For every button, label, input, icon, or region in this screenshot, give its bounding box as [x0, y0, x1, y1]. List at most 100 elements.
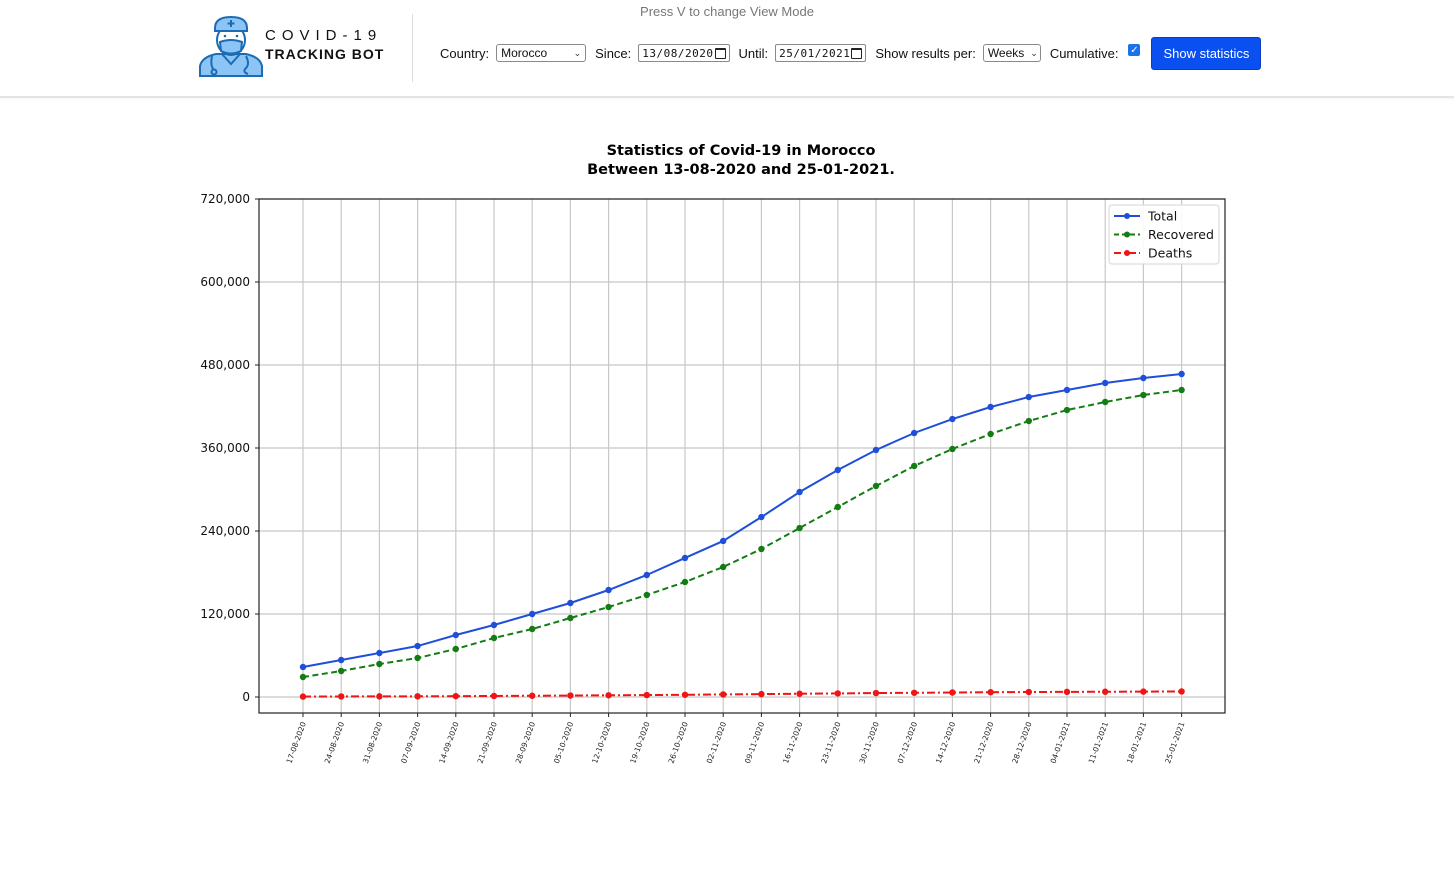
data-point [299, 673, 307, 681]
x-tick-label: 21-12-2020 [972, 720, 995, 764]
legend-marker [1124, 213, 1130, 219]
series [299, 370, 1185, 700]
x-tick-label: 02-11-2020 [705, 720, 728, 764]
data-point [720, 537, 727, 545]
x-tick-label: 14-12-2020 [934, 720, 957, 764]
series-recovered [299, 386, 1185, 681]
data-point [529, 610, 536, 618]
x-tick-label: 07-09-2020 [399, 720, 422, 764]
data-point [605, 586, 612, 594]
data-point [987, 430, 994, 438]
data-point [834, 690, 841, 697]
y-tick-label: 120,000 [200, 607, 250, 621]
data-point [338, 656, 345, 664]
data-point [720, 691, 727, 698]
data-point [299, 693, 307, 700]
y-tick-label: 600,000 [200, 275, 250, 289]
data-point [567, 599, 574, 607]
data-point [872, 446, 880, 454]
series-line [302, 388, 1182, 678]
axes: 0 120,000 240,000 360,000 480,000 600,000 720,… [200, 192, 1186, 765]
data-point [643, 571, 650, 579]
data-point [1102, 688, 1109, 695]
data-point [987, 403, 994, 411]
data-point [338, 693, 345, 700]
y-tick-label: 720,000 [200, 192, 250, 206]
data-point [376, 660, 383, 668]
data-point [1140, 688, 1147, 695]
x-tick-label: 18-01-2021 [1125, 720, 1148, 764]
y-tick-label: 240,000 [200, 524, 250, 538]
x-tick-label: 14-09-2020 [437, 720, 460, 764]
data-point [490, 692, 498, 700]
x-tick-label: 26-10-2020 [667, 720, 690, 764]
data-point [490, 621, 498, 629]
x-tick-label: 05-10-2020 [552, 720, 575, 764]
data-point [490, 634, 498, 642]
data-point [452, 645, 459, 653]
x-tick-label: 23-11-2020 [819, 720, 842, 764]
data-point [1178, 386, 1185, 394]
data-point [605, 603, 612, 611]
data-point [949, 689, 956, 696]
data-point [643, 691, 650, 699]
data-point [758, 513, 765, 521]
grid [259, 198, 1225, 713]
data-point [452, 631, 459, 639]
data-point [605, 692, 612, 699]
x-tick-label: 19-10-2020 [628, 720, 651, 764]
x-tick-label: 28-09-2020 [514, 720, 537, 764]
chart-subtitle: Between 13-08-2020 and 25-01-2021. [587, 162, 895, 178]
x-tick-label: 28-12-2020 [1010, 720, 1033, 764]
data-point [758, 690, 765, 698]
x-tick-label: 04-01-2021 [1049, 720, 1072, 764]
data-point [529, 692, 536, 699]
legend-label: Total [1147, 209, 1177, 224]
chart-title: Statistics of Covid-19 in Morocco [607, 143, 876, 159]
data-point [911, 429, 918, 437]
x-tick-label: 21-09-2020 [476, 720, 499, 764]
data-point [1025, 688, 1033, 696]
x-tick-label: 07-12-2020 [896, 720, 919, 764]
data-point [414, 642, 421, 650]
legend-label: Recovered [1148, 227, 1214, 242]
legend-label: Deaths [1148, 246, 1192, 261]
data-point [796, 524, 803, 532]
data-point [452, 692, 459, 700]
data-point [338, 667, 345, 675]
data-point [1025, 417, 1033, 425]
series-line [302, 372, 1182, 668]
data-point [1025, 393, 1033, 401]
data-point [643, 591, 650, 599]
data-point [911, 462, 918, 470]
legend-marker [1124, 250, 1130, 256]
data-point [796, 488, 803, 496]
series-total [299, 370, 1185, 671]
data-point [1063, 386, 1071, 394]
x-tick-label: 16-11-2020 [781, 720, 804, 764]
x-tick-label: 31-08-2020 [361, 720, 384, 764]
x-tick-label: 25-01-2021 [1163, 720, 1186, 764]
x-tick-label: 17-08-2020 [285, 720, 308, 764]
data-point [834, 466, 841, 474]
data-point [299, 663, 307, 671]
data-point [758, 545, 765, 553]
x-tick-label: 09-11-2020 [743, 720, 766, 764]
x-tick-label: 30-11-2020 [858, 720, 881, 764]
data-point [1063, 688, 1071, 696]
data-point [681, 691, 689, 698]
data-point [1178, 370, 1185, 378]
series-deaths [299, 688, 1185, 700]
data-point [1102, 398, 1109, 406]
data-point [949, 415, 956, 423]
x-tick-label: 24-08-2020 [323, 720, 346, 764]
covid-chart: Statistics of Covid-19 in Morocco Betwee… [200, 143, 1226, 765]
data-point [1102, 379, 1109, 387]
data-point [872, 482, 880, 490]
data-point [1140, 374, 1147, 382]
data-point [796, 690, 803, 697]
data-point [1178, 688, 1185, 695]
data-point [872, 689, 880, 697]
data-point [529, 625, 536, 633]
data-point [376, 649, 383, 657]
